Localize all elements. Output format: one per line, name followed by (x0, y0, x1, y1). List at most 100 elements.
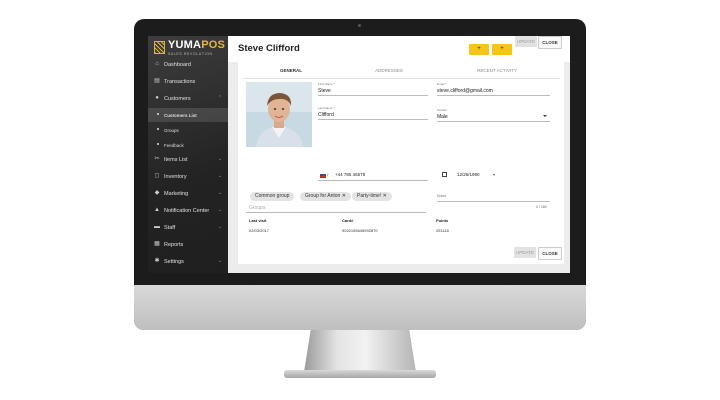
remove-chip-icon[interactable]: ✕ (342, 193, 346, 199)
gender-underline (437, 121, 550, 122)
tab-recent-activity[interactable]: RECENT ACTIVITY (448, 66, 546, 78)
sidebar-item-label: Marketing (164, 191, 189, 197)
last-visit-value: 02/03/2017 (249, 228, 270, 233)
gender-label: Gender (437, 108, 448, 112)
sidebar-item-label: Inventory (164, 174, 187, 180)
groups-input[interactable]: Groups (249, 205, 265, 211)
add-button[interactable]: + (469, 44, 489, 55)
footer-close-button[interactable]: CLOSE (538, 247, 562, 260)
group-chip[interactable]: Group for Anton ✕ (300, 192, 351, 201)
sidebar-subitem-groups[interactable]: Groups (148, 123, 228, 137)
remove-chip-icon[interactable]: ✕ (383, 193, 387, 199)
card-label: Card# (342, 218, 354, 223)
email-underline (437, 95, 550, 96)
calendar-icon[interactable] (442, 172, 447, 177)
chevron-down-icon: ⌄ (217, 258, 222, 264)
group-chip[interactable]: Party-time! ✕ (352, 192, 392, 201)
sidebar-item-transactions[interactable]: ▤ Transactions (148, 75, 228, 89)
avatar[interactable] (246, 82, 312, 147)
sidebar-item-label: Notification Center (164, 208, 210, 214)
monitor-stand-base (284, 370, 436, 378)
email-field[interactable]: steve.clifford@gmail.com (437, 88, 493, 94)
tab-addresses[interactable]: ADDRESSES (340, 66, 438, 78)
birthday-dropdown-icon[interactable]: ▾ (493, 172, 495, 177)
first-name-field[interactable]: Steve (318, 88, 331, 94)
group-chip-label: Group for Anton (305, 193, 341, 199)
logo-text: YUMAPOS (168, 39, 226, 51)
sidebar-item-label: Reports (164, 242, 184, 248)
first-name-underline (318, 95, 428, 96)
scissors-icon: ✂ (154, 156, 160, 162)
chevron-down-icon: ⌄ (217, 224, 222, 230)
chart-icon: ▦ (154, 241, 160, 247)
chevron-down-icon: ⌄ (217, 207, 222, 213)
sidebar-item-notification-center[interactable]: ▲ Notification Center ⌄ (148, 204, 228, 218)
logo-tagline: SALES REVOLUTION (168, 52, 213, 56)
chevron-down-icon: ⌄ (217, 190, 222, 196)
bullet-icon (157, 128, 159, 130)
last-name-field[interactable]: Clifford (318, 112, 334, 118)
sidebar-subitem-customers-list[interactable]: Customers List (148, 108, 228, 122)
notes-counter: 0 / 180 (536, 205, 547, 209)
sidebar-item-staff[interactable]: ▬ Staff ⌄ (148, 221, 228, 235)
sidebar: YUMAPOS SALES REVOLUTION ⌂ Dashboard ▤ T… (148, 36, 228, 273)
country-dropdown-icon[interactable]: ▾ (327, 173, 329, 177)
id-card-icon: ▬ (154, 224, 160, 230)
last-name-label: Last Name * (318, 106, 335, 110)
phone-underline (318, 180, 428, 181)
email-label: Email * (437, 82, 447, 86)
chevron-down-icon: ⌄ (217, 173, 222, 179)
update-button[interactable]: UPDATE (515, 36, 537, 47)
gender-select[interactable]: Male (437, 114, 448, 120)
card-footer: 02/03/2017 9022155645992870 251118 UPDAT… (238, 226, 564, 264)
sidebar-item-label: Transactions (164, 79, 196, 85)
avatar-image (246, 82, 312, 147)
group-chip-label: Party-time! (357, 193, 382, 199)
sidebar-item-customers[interactable]: ● Customers ⌃ (148, 92, 228, 106)
logo-mark-icon (154, 41, 165, 54)
sidebar-item-settings[interactable]: ✱ Settings ⌄ (148, 255, 228, 269)
chevron-down-icon: ⌄ (217, 156, 222, 162)
megaphone-icon: ◆ (154, 190, 160, 196)
points-value: 251118 (436, 228, 449, 233)
uk-flag-icon (320, 174, 326, 178)
bullet-icon (157, 113, 159, 115)
screen: YUMAPOS SALES REVOLUTION ⌂ Dashboard ▤ T… (148, 36, 570, 273)
groups-underline (246, 212, 426, 213)
sidebar-item-reports[interactable]: ▦ Reports (148, 238, 228, 252)
receipt-icon: ▤ (154, 78, 160, 84)
group-chip[interactable]: Common group (250, 192, 295, 201)
dropdown-arrow-icon (543, 115, 547, 117)
close-button[interactable]: CLOSE (538, 36, 562, 49)
sidebar-subitem-feedback[interactable]: Feedback (148, 138, 228, 152)
sidebar-subitem-label: Feedback (164, 142, 184, 148)
chevron-up-icon: ⌃ (217, 95, 222, 101)
sidebar-item-items-list[interactable]: ✂ Items List ⌄ (148, 153, 228, 167)
sidebar-subitem-label: Groups (164, 127, 179, 133)
box-icon: ◻ (154, 173, 160, 179)
customer-card: GENERAL ADDRESSES RECENT ACTIVITY First … (238, 62, 564, 226)
main-content: Steve Clifford + + UPDATE CLOSE GENERAL … (228, 36, 570, 273)
home-icon: ⌂ (155, 61, 159, 67)
sidebar-item-label: Dashboard (164, 62, 191, 68)
header-bar: Steve Clifford + + UPDATE CLOSE (228, 36, 570, 62)
footer-update-button[interactable]: UPDATE (514, 247, 536, 258)
notes-field[interactable] (437, 201, 550, 202)
gear-icon: ✱ (154, 258, 160, 264)
sidebar-subitem-label: Customers List (164, 112, 197, 118)
birthday-field[interactable]: 12/26/1990 (457, 172, 480, 177)
page-title: Steve Clifford (238, 43, 300, 54)
tabs-divider (242, 78, 560, 79)
people-icon: ● (155, 95, 159, 101)
sidebar-item-label: Customers (164, 96, 191, 102)
sidebar-item-label: Items List (164, 157, 188, 163)
sidebar-item-inventory[interactable]: ◻ Inventory ⌄ (148, 170, 228, 184)
sidebar-item-marketing[interactable]: ◆ Marketing ⌄ (148, 187, 228, 201)
sidebar-item-dashboard[interactable]: ⌂ Dashboard (148, 58, 228, 72)
phone-field[interactable]: +44 785 45578 (335, 172, 365, 177)
first-name-label: First Name * (318, 82, 335, 86)
logo[interactable]: YUMAPOS SALES REVOLUTION (154, 39, 226, 58)
last-visit-label: Last visit (249, 218, 267, 223)
add-secondary-button[interactable]: + (492, 44, 512, 55)
last-name-underline (318, 119, 428, 120)
